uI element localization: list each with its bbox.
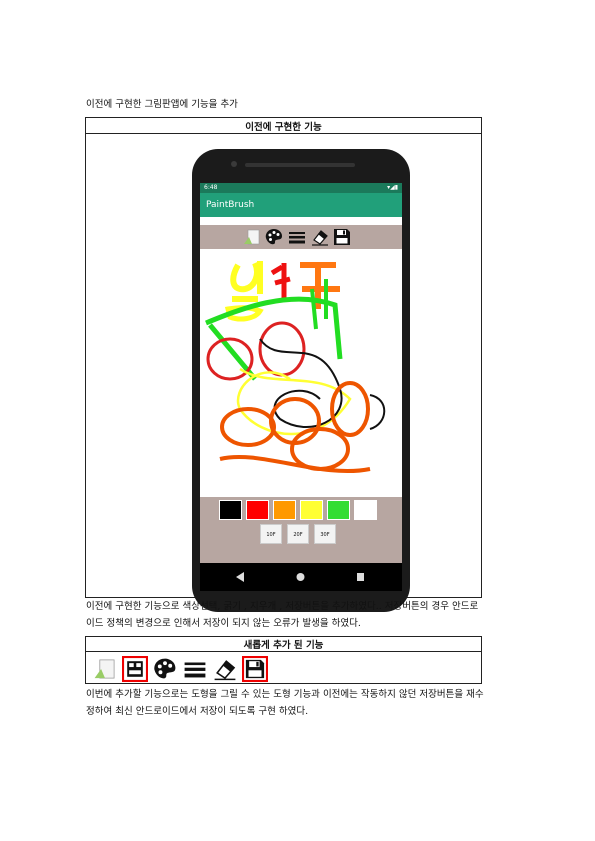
- size-button-20[interactable]: 20F: [287, 524, 309, 544]
- status-time: 6:48: [204, 184, 218, 191]
- stroke-width-icon[interactable]: [182, 656, 208, 682]
- new-features-header: 새롭게 추가 된 기능: [85, 636, 482, 652]
- shape-icon[interactable]: [122, 656, 148, 682]
- previous-features-header: 이전에 구현한 기능: [85, 117, 482, 134]
- recents-icon[interactable]: [356, 572, 365, 582]
- size-button-10[interactable]: 10F: [260, 524, 282, 544]
- palette-icon[interactable]: [264, 227, 284, 247]
- phone-screenshot-cell: 6:48 ▾◢▮ PaintBrush 10F 20F 30F: [85, 133, 482, 612]
- new-toolbar-cell: [85, 651, 482, 684]
- save-icon[interactable]: [242, 656, 268, 682]
- new-toolbar: [92, 654, 282, 682]
- home-icon[interactable]: [296, 572, 305, 582]
- new-features-table: 새롭게 추가 된 기능: [85, 636, 482, 684]
- swatch-black[interactable]: [219, 500, 242, 520]
- previous-features-table: 이전에 구현한 기능 6:48 ▾◢▮ PaintBrush 10F 20F 3…: [85, 117, 482, 612]
- app-title: PaintBrush: [200, 193, 402, 217]
- previous-features-description: 이전에 구현한 기능으로 색상선택, 굵기 , 지우개 , 저장버튼을 추가하였…: [86, 601, 479, 629]
- camera-icon: [231, 161, 237, 167]
- new-features-description: 이번에 추가할 기능으로는 도형을 그릴 수 있는 도형 기능과 이전에는 작동…: [86, 689, 484, 717]
- stroke-width-icon[interactable]: [287, 227, 307, 247]
- back-icon[interactable]: [236, 572, 245, 582]
- swatch-orange[interactable]: [273, 500, 296, 520]
- status-bar: 6:48 ▾◢▮: [200, 183, 402, 193]
- size-button-30[interactable]: 30F: [314, 524, 336, 544]
- swatch-green[interactable]: [327, 500, 350, 520]
- eraser-board-icon[interactable]: [242, 227, 262, 247]
- eraser-icon[interactable]: [310, 227, 330, 247]
- swatch-red[interactable]: [246, 500, 269, 520]
- android-nav-bar: [200, 563, 402, 591]
- status-icons: ▾◢▮: [387, 184, 398, 191]
- swatch-yellow[interactable]: [300, 500, 323, 520]
- swatch-white[interactable]: [354, 500, 377, 520]
- eraser-icon[interactable]: [212, 656, 238, 682]
- paint-toolbar: [200, 225, 402, 249]
- intro-text: 이전에 구현한 그림판앱에 기능을 추가: [86, 99, 238, 110]
- save-icon[interactable]: [332, 227, 352, 247]
- speaker-grille: [245, 163, 355, 167]
- phone-screen: 6:48 ▾◢▮ PaintBrush 10F 20F 30F: [200, 183, 402, 591]
- color-palette: 10F 20F 30F: [200, 497, 402, 563]
- palette-icon[interactable]: [152, 656, 178, 682]
- phone-frame: 6:48 ▾◢▮ PaintBrush 10F 20F 30F: [192, 149, 410, 612]
- drawing-canvas[interactable]: [200, 249, 402, 497]
- eraser-board-icon[interactable]: [92, 656, 118, 682]
